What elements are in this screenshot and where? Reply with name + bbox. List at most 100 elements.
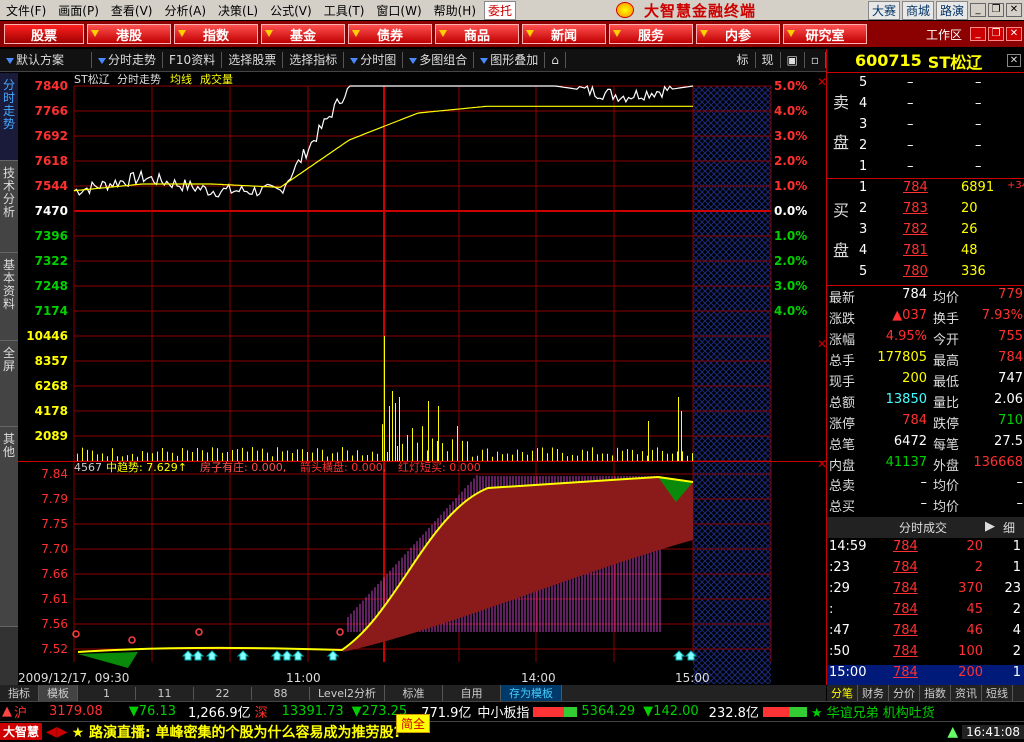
tab-mall[interactable]: 商城: [901, 0, 934, 20]
panel-tab[interactable]: 分笔: [827, 685, 858, 701]
cat-insider[interactable]: 内参: [696, 24, 780, 44]
tab-22[interactable]: 22: [194, 686, 252, 700]
volume-bar: [422, 426, 423, 461]
volume-bar: [557, 448, 558, 461]
chart-area[interactable]: 7840 7766 7692 7618 7544 7470 7396 7322 7248 7174…: [18, 72, 826, 685]
minimize-icon[interactable]: _: [970, 27, 986, 41]
tab-contest[interactable]: 大赛: [867, 0, 900, 20]
window-close-icon[interactable]: ▫: [805, 52, 826, 68]
menu-file[interactable]: 文件(F): [0, 2, 52, 19]
tab-timeshare[interactable]: 分时走势: [0, 73, 18, 161]
workspace-label[interactable]: 工作区: [926, 26, 962, 43]
fund-news[interactable]: ★ 华谊兄弟 机构吐货: [811, 702, 935, 721]
menu-decision[interactable]: 决策(L): [212, 2, 264, 19]
cat-fund[interactable]: 基金: [261, 24, 345, 44]
panel-tab[interactable]: 短线: [982, 685, 1013, 701]
volume-bar: [592, 447, 593, 461]
menu-window[interactable]: 窗口(W): [370, 2, 427, 19]
select-indicator-button[interactable]: 选择指标: [283, 52, 345, 68]
tab-11[interactable]: 11: [136, 686, 194, 700]
total-sell-row: 总卖 – 均价 –: [829, 475, 1023, 494]
cat-hk[interactable]: 港股: [87, 24, 171, 44]
volume-label: 8357: [35, 354, 68, 368]
dropdown-icon: [409, 58, 418, 64]
tick-row: 14:59 784 20 1: [829, 539, 1021, 554]
dropdown-icon: [350, 58, 359, 64]
tab-standard[interactable]: 标准: [385, 685, 444, 701]
volume-bar: [428, 401, 429, 461]
buy-level: 2 783 20: [859, 201, 978, 216]
stat-row: 现手 200 最低 747: [829, 371, 1023, 390]
close-icon[interactable]: ✕: [1006, 3, 1022, 17]
f10-button[interactable]: F10资料: [163, 52, 223, 68]
price-label: 7470: [35, 204, 68, 218]
time-15: 15:00: [675, 671, 710, 685]
volume-bar: [617, 447, 618, 461]
volume-bar: [182, 448, 183, 461]
lock-icon[interactable]: ⌂: [545, 52, 566, 68]
menu-screen[interactable]: 画面(P): [52, 2, 105, 19]
overlay-select[interactable]: 图形叠加: [474, 52, 546, 68]
panel-tab[interactable]: 分价: [889, 685, 920, 701]
panel-tab[interactable]: 资讯: [951, 685, 982, 701]
tab-level2[interactable]: Level2分析: [310, 685, 386, 701]
cat-stocks[interactable]: 股票: [4, 24, 84, 44]
tab-1[interactable]: 1: [78, 686, 136, 700]
cat-research[interactable]: 研究室: [783, 24, 867, 44]
percent-label: 0.0%: [774, 204, 807, 218]
select-stock-button[interactable]: 选择股票: [222, 52, 284, 68]
weituo-button[interactable]: 委托: [484, 0, 517, 20]
close-icon[interactable]: ✕: [817, 457, 826, 471]
close-icon[interactable]: ✕: [817, 75, 826, 89]
tab-template[interactable]: 模板: [39, 685, 78, 701]
save-template-button[interactable]: 存为模板: [501, 685, 563, 701]
menu-analysis[interactable]: 分析(A): [158, 2, 212, 19]
minimize-icon[interactable]: _: [970, 3, 986, 17]
volume-bar: [542, 447, 543, 461]
restore-icon[interactable]: ❐: [988, 3, 1004, 17]
menu-view[interactable]: 查看(V): [105, 2, 159, 19]
volume-bar: [377, 453, 378, 461]
mark-button[interactable]: 标: [730, 52, 756, 68]
restore-icon[interactable]: ❐: [988, 27, 1004, 41]
volume-bar: [302, 449, 303, 461]
tab-indicator[interactable]: 指标: [0, 685, 39, 701]
cat-index[interactable]: 指数: [174, 24, 258, 44]
prev-icon[interactable]: ◀: [46, 724, 57, 740]
panel-tab[interactable]: 财务: [858, 685, 889, 701]
menu-tools[interactable]: 工具(T): [318, 2, 371, 19]
volume-bar: [407, 435, 408, 461]
menu-formula[interactable]: 公式(V): [264, 2, 318, 19]
tab-other[interactable]: 其他: [0, 427, 18, 627]
menu-help[interactable]: 帮助(H): [428, 2, 482, 19]
timechart-select[interactable]: 分时图: [344, 52, 404, 68]
volume-bar: [167, 451, 168, 461]
tab-roadshow[interactable]: 路演: [935, 0, 968, 20]
close-icon[interactable]: ✕: [817, 337, 826, 351]
tab-custom[interactable]: 自用: [443, 685, 502, 701]
tab-fundamental[interactable]: 基本资料: [0, 253, 18, 341]
scheme-select[interactable]: 默认方案: [0, 52, 92, 68]
popup-badge[interactable]: 简全: [396, 714, 431, 733]
volume-bar: [392, 391, 393, 461]
panel-tab[interactable]: 指数: [920, 685, 951, 701]
close-icon[interactable]: ✕: [1007, 54, 1021, 67]
timeshare-select[interactable]: 分时走势: [92, 52, 164, 68]
volume-bar: [222, 452, 223, 461]
sz-value: 13391.73: [281, 704, 344, 719]
show-button[interactable]: 现: [756, 52, 781, 68]
cat-commodity[interactable]: 商品: [435, 24, 519, 44]
multichart-select[interactable]: 多图组合: [403, 52, 475, 68]
volume-bar: [292, 453, 293, 461]
ticker-text[interactable]: ★ 路演直播: 单峰密集的个股为什么容易成为推劳股?: [72, 722, 402, 742]
next-icon[interactable]: ▶: [57, 724, 68, 740]
cat-news[interactable]: 新闻: [522, 24, 606, 44]
cat-service[interactable]: 服务: [609, 24, 693, 44]
panel-toggle-icon[interactable]: ▣: [781, 52, 805, 68]
tab-88[interactable]: 88: [252, 686, 310, 700]
tab-technical[interactable]: 技术分析: [0, 161, 18, 253]
stat-row: 涨幅 4.95% 今开 755: [829, 329, 1023, 348]
close-icon[interactable]: ✕: [1006, 27, 1022, 41]
tab-fullscreen[interactable]: 全屏: [0, 341, 18, 427]
cat-bond[interactable]: 债券: [348, 24, 432, 44]
